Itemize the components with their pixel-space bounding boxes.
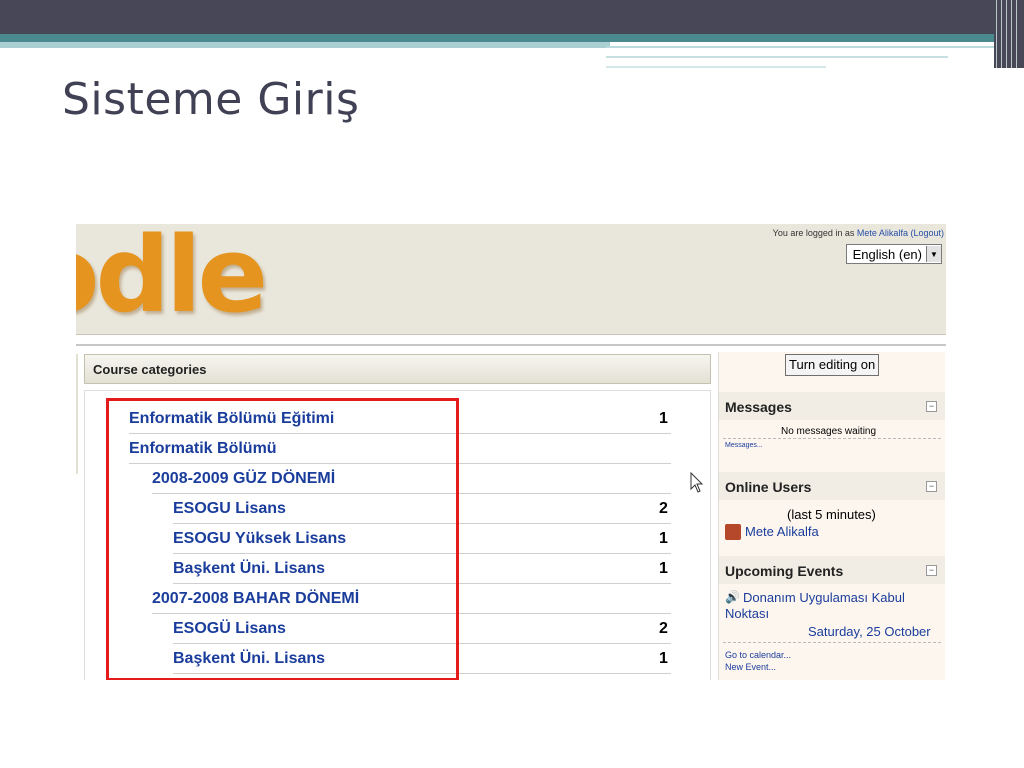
header-divider bbox=[76, 344, 946, 346]
category-course-count: 1 bbox=[659, 560, 668, 577]
slide-corner-line bbox=[1011, 0, 1012, 68]
category-course-count: 1 bbox=[659, 650, 668, 667]
slide-corner-line bbox=[1006, 0, 1007, 68]
slide-corner-line bbox=[1016, 0, 1017, 68]
course-categories-header: Course categories bbox=[84, 354, 711, 384]
category-course-count: 2 bbox=[659, 500, 668, 517]
collapse-icon[interactable]: − bbox=[926, 565, 937, 576]
slide-title: Sisteme Giriş bbox=[62, 74, 360, 125]
slide-accent-line bbox=[606, 66, 826, 68]
online-users-note: (last 5 minutes) bbox=[787, 507, 876, 522]
slide-accent-line bbox=[606, 56, 948, 58]
slide-accent-band bbox=[0, 34, 1000, 42]
moodle-logo: odle bbox=[76, 222, 268, 336]
collapse-icon[interactable]: − bbox=[926, 481, 937, 492]
event-date[interactable]: Saturday, 25 October bbox=[808, 624, 931, 639]
logout-link[interactable]: (Logout) bbox=[910, 228, 944, 238]
sidebar: Turn editing on Messages − No messages w… bbox=[718, 352, 945, 680]
moodle-screenshot: odle You are logged in as Mete Alikalfa … bbox=[76, 222, 946, 680]
collapse-icon[interactable]: − bbox=[926, 401, 937, 412]
messages-link[interactable]: Messages... bbox=[725, 442, 763, 449]
user-profile-link[interactable]: Mete Alikalfa bbox=[857, 228, 908, 238]
left-column-edge bbox=[76, 354, 78, 474]
category-course-count: 1 bbox=[659, 410, 668, 427]
online-users-block-header: Online Users − bbox=[719, 472, 945, 500]
language-select[interactable]: English (en) ▼ bbox=[845, 244, 942, 264]
online-users-block-title: Online Users bbox=[725, 479, 812, 495]
course-categories-title: Course categories bbox=[93, 362, 207, 377]
messages-block-title: Messages bbox=[725, 399, 792, 415]
messages-status: No messages waiting bbox=[781, 426, 877, 437]
user-avatar-icon bbox=[725, 524, 741, 540]
messages-divider bbox=[723, 438, 941, 439]
slide-corner-block bbox=[994, 0, 1024, 68]
category-course-count: 2 bbox=[659, 620, 668, 637]
category-course-count: 1 bbox=[659, 530, 668, 547]
go-to-calendar-link[interactable]: Go to calendar... bbox=[725, 650, 791, 660]
slide-corner-line bbox=[996, 0, 997, 68]
login-prefix: You are logged in as bbox=[772, 228, 855, 238]
turn-editing-on-button[interactable]: Turn editing on bbox=[785, 354, 880, 376]
slide-accent-band-light bbox=[0, 42, 610, 48]
login-info: You are logged in as Mete Alikalfa (Logo… bbox=[773, 228, 944, 238]
slide-corner-line bbox=[1001, 0, 1002, 68]
online-user-link[interactable]: Mete Alikalfa bbox=[745, 524, 819, 539]
upcoming-events-block-title: Upcoming Events bbox=[725, 563, 844, 579]
slide-accent-line bbox=[606, 46, 1000, 48]
language-select-value: English (en) bbox=[852, 246, 922, 262]
slide-top-bar bbox=[0, 0, 1024, 34]
upcoming-events-block-header: Upcoming Events − bbox=[719, 556, 945, 584]
messages-block-header: Messages − bbox=[719, 392, 945, 420]
mouse-cursor-icon bbox=[690, 472, 704, 493]
moodle-header: odle You are logged in as Mete Alikalfa … bbox=[76, 222, 946, 336]
highlight-box bbox=[106, 398, 459, 680]
new-event-link[interactable]: New Event... bbox=[725, 662, 776, 672]
chevron-down-icon[interactable]: ▼ bbox=[926, 246, 941, 262]
events-divider bbox=[723, 642, 941, 643]
event-link[interactable]: Donanım Uygulaması Kabul Noktası bbox=[725, 590, 935, 622]
